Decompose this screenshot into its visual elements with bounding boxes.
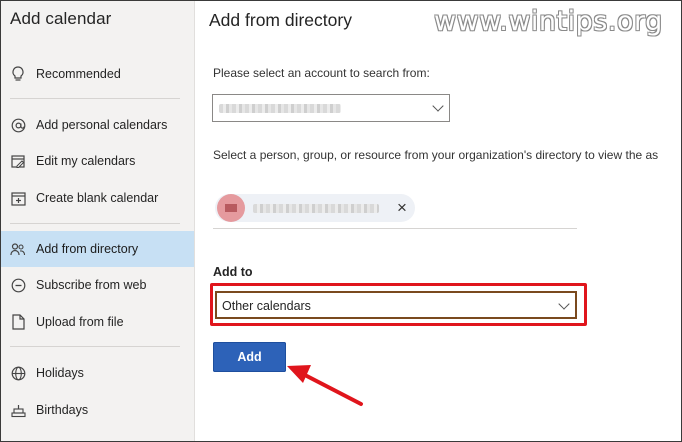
at-sign-icon <box>10 117 26 133</box>
sidebar-item-birthdays[interactable]: Birthdays <box>1 392 194 428</box>
sidebar-item-label: Upload from file <box>36 315 124 329</box>
lightbulb-icon <box>10 66 26 82</box>
sidebar-item-label: Recommended <box>36 67 121 81</box>
add-to-label: Add to <box>213 265 253 279</box>
sidebar-item-label: Holidays <box>36 366 84 380</box>
sidebar-item-add-from-directory[interactable]: Add from directory <box>1 231 194 267</box>
sidebar-divider <box>10 98 180 99</box>
add-to-value: Other calendars <box>222 299 311 313</box>
page-title: Add from directory <box>209 10 352 30</box>
sidebar-item-label: Create blank calendar <box>36 191 159 205</box>
sidebar-divider <box>10 223 180 224</box>
account-label: Please select an account to search from: <box>213 66 430 80</box>
close-icon[interactable]: × <box>393 199 411 217</box>
link-icon <box>10 277 26 293</box>
globe-icon <box>10 365 26 381</box>
sidebar-item-subscribe-from-web[interactable]: Subscribe from web <box>1 267 194 303</box>
add-calendar-dialog: Add calendar Recommended Add personal ca… <box>0 0 682 442</box>
sidebar-item-label: Birthdays <box>36 403 89 417</box>
sidebar-item-edit-my-calendars[interactable]: Edit my calendars <box>1 143 194 179</box>
divider <box>213 228 577 229</box>
chevron-down-icon <box>558 298 570 310</box>
sidebar-item-label: Add personal calendars <box>36 118 168 132</box>
avatar <box>217 194 245 222</box>
sidebar-item-create-blank-calendar[interactable]: Create blank calendar <box>1 180 194 216</box>
account-select[interactable] <box>212 94 450 122</box>
chevron-down-icon <box>432 100 444 112</box>
watermark: www.wintips.org <box>434 6 663 37</box>
sidebar-item-add-personal-calendars[interactable]: Add personal calendars <box>1 107 194 143</box>
edit-calendar-icon <box>10 153 26 169</box>
sidebar: Add calendar Recommended Add personal ca… <box>1 1 195 441</box>
people-icon <box>10 241 26 257</box>
sidebar-title: Add calendar <box>10 9 112 28</box>
sidebar-item-recommended[interactable]: Recommended <box>1 56 194 92</box>
sidebar-item-label: Subscribe from web <box>36 278 147 292</box>
red-arrow-annotation <box>287 365 363 406</box>
selected-person-chip <box>215 194 415 222</box>
sidebar-item-label: Edit my calendars <box>36 154 136 168</box>
sidebar-item-upload-from-file[interactable]: Upload from file <box>1 304 194 340</box>
redacted-account <box>219 104 341 113</box>
cake-icon <box>10 402 26 418</box>
redacted-person-name <box>253 204 379 213</box>
add-button[interactable]: Add <box>213 342 286 372</box>
add-to-select[interactable]: Other calendars <box>215 291 577 319</box>
calendar-add-icon <box>10 190 26 206</box>
directory-label: Select a person, group, or resource from… <box>213 148 659 162</box>
document-icon <box>10 314 26 330</box>
sidebar-divider <box>10 346 180 347</box>
sidebar-item-label: Add from directory <box>36 242 139 256</box>
sidebar-item-holidays[interactable]: Holidays <box>1 355 194 391</box>
